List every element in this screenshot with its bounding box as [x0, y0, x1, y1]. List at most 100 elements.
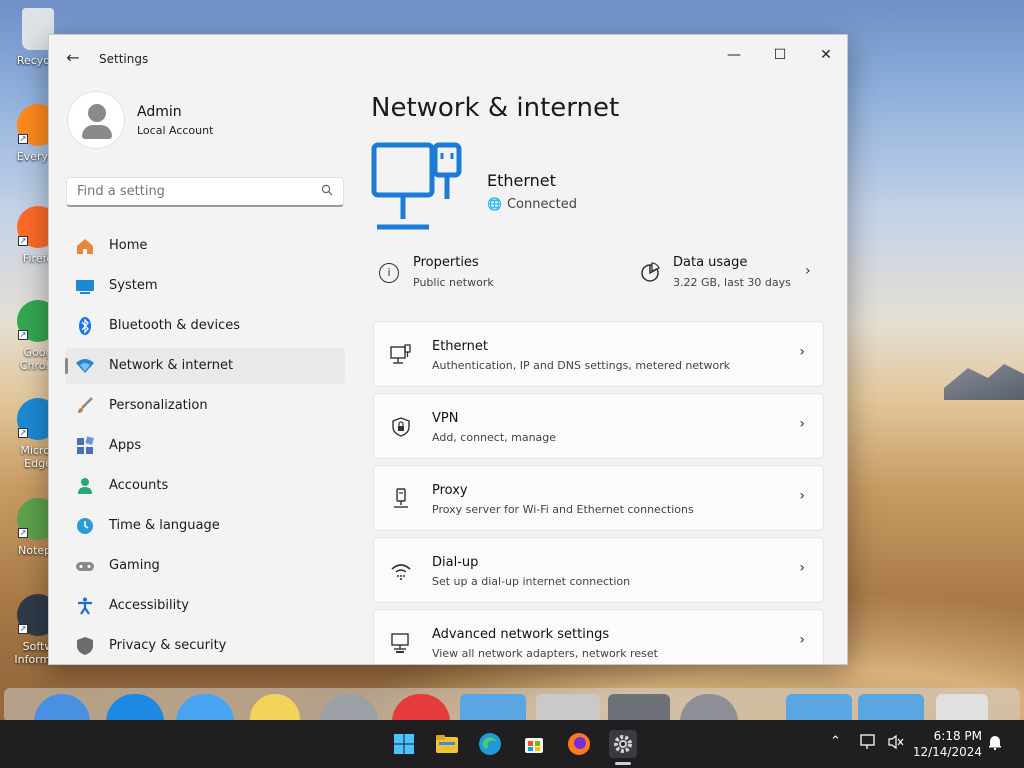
clock[interactable]: 6:18 PM 12/14/2024 [912, 728, 982, 760]
setting-card-proxy[interactable]: Proxy Proxy server for Wi-Fi and Ethernet… [373, 465, 824, 531]
sidebar-item-home[interactable]: Home [65, 228, 345, 264]
card-title: VPN [432, 411, 459, 426]
sidebar-item-label: Personalization [109, 398, 208, 413]
chevron-right-icon: › [799, 344, 805, 360]
settings-gear-icon[interactable] [609, 730, 637, 758]
sidebar-item-label: Accessibility [109, 598, 189, 613]
sidebar-item-accessibility[interactable]: Accessibility [65, 588, 345, 624]
vpn-shield-icon [390, 416, 412, 438]
bluetooth-icon [75, 316, 95, 336]
data-usage-title: Data usage [673, 255, 748, 270]
file-explorer-icon[interactable] [433, 730, 461, 758]
home-icon [75, 236, 95, 256]
network-tray-icon[interactable] [860, 734, 878, 754]
clock-time: 6:18 PM [933, 729, 982, 743]
shortcut-arrow-icon: ↗ [18, 134, 28, 144]
close-button[interactable]: ✕ [803, 41, 847, 71]
time-language-icon [75, 516, 95, 536]
sidebar-item-label: System [109, 278, 158, 293]
title-bar: ← Settings — ☐ ✕ [49, 35, 847, 81]
brush-icon [75, 396, 95, 416]
connection-status-text: Connected [506, 197, 577, 212]
volume-muted-icon[interactable] [887, 734, 905, 754]
pie-chart-icon [639, 261, 661, 283]
dialup-icon [390, 560, 412, 582]
sidebar-item-network-internet[interactable]: Network & internet [65, 348, 345, 384]
page-title: Network & internet [371, 93, 620, 123]
chevron-right-icon: › [799, 416, 805, 432]
chevron-right-icon: › [799, 632, 805, 648]
card-subtitle: Authentication, IP and DNS settings, met… [432, 359, 731, 372]
card-subtitle: Set up a dial-up internet connection [432, 575, 631, 588]
info-icon: i [379, 263, 399, 283]
sidebar-item-label: Privacy & security [109, 638, 227, 653]
minimize-button[interactable]: — [711, 41, 757, 71]
sidebar-item-label: Time & language [109, 518, 220, 533]
firefox-icon[interactable] [565, 730, 593, 758]
card-subtitle: Add, connect, manage [432, 431, 557, 444]
search-input[interactable] [77, 184, 307, 199]
setting-card-dial-up[interactable]: Dial-up Set up a dial-up internet connect… [373, 537, 824, 603]
chevron-right-icon: › [805, 263, 811, 279]
sidebar-item-bluetooth-devices[interactable]: Bluetooth & devices [65, 308, 345, 344]
profile-name: Admin [137, 104, 182, 120]
sidebar-item-label: Apps [109, 438, 142, 453]
card-title: Dial-up [432, 555, 479, 570]
properties-subtitle: Public network [413, 276, 494, 289]
network-icon [75, 356, 95, 376]
system-icon [75, 276, 95, 296]
accessibility-icon [75, 596, 95, 616]
setting-card-ethernet[interactable]: Ethernet Authentication, IP and DNS setti… [373, 321, 824, 387]
sidebar-item-label: Gaming [109, 558, 160, 573]
settings-cards: Ethernet Authentication, IP and DNS setti… [373, 321, 824, 664]
search-icon[interactable] [321, 184, 333, 199]
setting-card-vpn[interactable]: VPN Add, connect, manage › [373, 393, 824, 459]
sidebar-item-system[interactable]: System [65, 268, 345, 304]
gaming-icon [75, 556, 95, 576]
sidebar-item-apps[interactable]: Apps [65, 428, 345, 464]
active-app-indicator [615, 762, 631, 765]
clock-date: 12/14/2024 [912, 745, 982, 759]
sidebar-item-time-language[interactable]: Time & language [65, 508, 345, 544]
advanced-network-icon [390, 632, 412, 654]
chevron-up-icon[interactable]: ⌃ [830, 734, 841, 749]
connection-title: Ethernet [487, 171, 556, 190]
shortcut-arrow-icon: ↗ [18, 528, 28, 538]
search-box[interactable] [66, 177, 344, 207]
data-usage-link[interactable]: Data usage 3.22 GB, last 30 days › [639, 255, 829, 295]
card-title: Ethernet [432, 339, 488, 354]
window-title: Settings [99, 52, 149, 66]
chevron-right-icon: › [799, 488, 805, 504]
profile-card[interactable]: Admin Local Account [67, 91, 327, 151]
store-icon[interactable] [520, 730, 548, 758]
data-usage-subtitle: 3.22 GB, last 30 days [673, 276, 791, 289]
apps-icon [75, 436, 95, 456]
proxy-icon [390, 488, 412, 510]
back-arrow-icon[interactable]: ← [63, 49, 83, 69]
properties-title: Properties [413, 255, 479, 270]
shortcut-arrow-icon: ↗ [18, 428, 28, 438]
sidebar-item-accounts[interactable]: Accounts [65, 468, 345, 504]
avatar [67, 91, 125, 149]
shortcut-arrow-icon: ↗ [18, 236, 28, 246]
maximize-button[interactable]: ☐ [757, 41, 803, 71]
ethernet-monitor-icon [371, 141, 471, 241]
sidebar-item-personalization[interactable]: Personalization [65, 388, 345, 424]
ethernet-icon [390, 344, 412, 366]
sidebar-item-label: Accounts [109, 478, 169, 493]
notification-bell-icon[interactable] [988, 734, 1002, 754]
sidebar-item-privacy-security[interactable]: Privacy & security [65, 628, 345, 664]
setting-card-advanced-network-settings[interactable]: Advanced network settings View all networ… [373, 609, 824, 664]
sidebar-item-label: Bluetooth & devices [109, 318, 240, 333]
settings-window: ← Settings — ☐ ✕ Admin Local Account Hom… [48, 34, 848, 665]
sidebar-nav: Home System Bluetooth & devices Network & i… [65, 228, 345, 664]
sidebar-item-gaming[interactable]: Gaming [65, 548, 345, 584]
dock-bar [4, 688, 1020, 724]
edge-icon[interactable] [476, 730, 504, 758]
sidebar-item-label: Network & internet [109, 358, 234, 373]
card-subtitle: View all network adapters, network reset [432, 647, 658, 660]
start-windows-icon[interactable] [390, 730, 418, 758]
shield-icon [75, 636, 95, 656]
chevron-right-icon: › [799, 560, 805, 576]
properties-link[interactable]: i Properties Public network [379, 255, 599, 295]
